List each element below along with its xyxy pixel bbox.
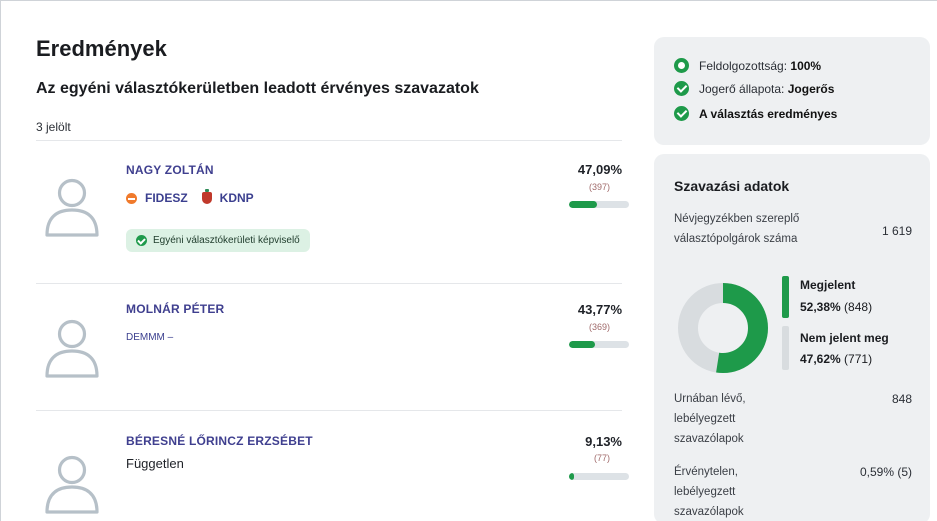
not-appeared-value: 47,62% (771)	[800, 352, 872, 366]
not-appeared-pct: 47,62%	[800, 352, 841, 366]
person-avatar-icon	[44, 177, 102, 239]
registered-value: 1 619	[881, 224, 912, 238]
fidesz-logo-icon	[126, 192, 137, 204]
results-title: Eredmények	[36, 36, 167, 61]
party-label: KDNP	[219, 191, 254, 205]
legal-label: Jogerő állapota:	[699, 81, 785, 96]
divider	[36, 283, 622, 284]
results-subtitle: Az egyéni választókerületben leadott érv…	[36, 80, 479, 97]
candidate-name-link[interactable]: MOLNÁR PÉTER	[126, 302, 224, 316]
appeared-count: (848)	[844, 300, 873, 314]
appeared-pct: 52,38%	[800, 300, 841, 314]
ballots-value: 848	[891, 392, 912, 406]
vote-count: (369)	[588, 322, 610, 332]
legal-value: Jogerős	[787, 81, 835, 96]
vote-share-fill	[569, 473, 575, 480]
divider	[36, 410, 622, 411]
check-circle-icon	[674, 106, 689, 121]
candidate-name-link[interactable]: BÉRESNÉ LŐRINCZ ERZSÉBET	[126, 434, 313, 448]
processing-status: Feldolgozottság: 100%	[674, 58, 821, 73]
divider	[36, 140, 622, 141]
results-section: Eredmények Az egyéni választókerületben …	[36, 0, 640, 521]
not-appeared-count: (771)	[844, 352, 873, 366]
party-link[interactable]: DEMMM –	[126, 332, 173, 343]
vote-share-bar	[569, 201, 629, 208]
appeared-value: 52,38% (848)	[800, 300, 872, 314]
vote-share-fill	[569, 201, 598, 208]
winner-badge-label: Egyéni választókerületi képviselő	[153, 235, 300, 246]
party-list: FIDESZ KDNP	[126, 189, 254, 205]
vote-percent: 9,13%	[585, 434, 622, 449]
processing-label: Feldolgozottság:	[699, 58, 788, 73]
candidate-count: 3 jelölt	[36, 120, 71, 134]
status-panel: Feldolgozottság: 100% Jogerő állapota: J…	[654, 37, 930, 145]
vote-share-bar	[569, 341, 629, 348]
ballots-label: Urnában lévő, lebélyegzett szavazólapok	[674, 393, 746, 445]
vote-share-bar	[569, 473, 629, 480]
party-label: Független	[126, 456, 184, 471]
appeared-legend-swatch	[782, 276, 789, 318]
candidate-row: MOLNÁR PÉTER DEMMM – 43,77% (369)	[36, 286, 640, 421]
vote-count: (397)	[588, 182, 610, 192]
legal-status: Jogerő állapota: Jogerős	[674, 81, 834, 96]
kdnp-crest-icon	[201, 189, 212, 204]
check-circle-icon	[136, 235, 147, 246]
valid-status: A választás eredményes	[674, 106, 837, 121]
person-avatar-icon	[44, 454, 102, 516]
party-label: FIDESZ	[145, 191, 188, 205]
vote-share-fill	[569, 341, 596, 348]
registered-label: Névjegyzékben szereplő választópolgárok …	[674, 213, 800, 245]
invalid-label: Érvénytelen, lebélyegzett szavazólapok	[674, 466, 744, 518]
winner-badge: Egyéni választókerületi képviselő	[126, 229, 310, 252]
processing-value: 100%	[790, 58, 822, 73]
party-fidesz[interactable]: FIDESZ	[126, 191, 188, 205]
vote-count: (77)	[593, 453, 610, 463]
voting-data-title: Szavazási adatok	[674, 178, 790, 194]
candidate-row: BÉRESNÉ LŐRINCZ ERZSÉBET Független 9,13%…	[36, 412, 640, 521]
not-appeared-label: Nem jelent meg	[800, 331, 889, 345]
candidate-name-link[interactable]: NAGY ZOLTÁN	[126, 163, 214, 177]
vote-percent: 43,77%	[577, 302, 622, 317]
invalid-value: 0,59% (5)	[859, 465, 912, 479]
person-avatar-icon	[44, 318, 102, 380]
party-kdnp[interactable]: KDNP	[201, 189, 254, 205]
candidate-row: NAGY ZOLTÁN FIDESZ KDNP Egyéni választók…	[36, 145, 640, 280]
appeared-label: Megjelent	[800, 278, 856, 292]
not-appeared-legend-swatch	[782, 326, 789, 370]
vote-percent: 47,09%	[577, 162, 622, 177]
valid-text: A választás eredményes	[699, 106, 838, 121]
voting-data-panel: Szavazási adatok Névjegyzékben szereplő …	[654, 154, 930, 521]
turnout-donut-chart	[678, 283, 768, 373]
ring-icon	[674, 58, 689, 73]
check-circle-icon	[674, 81, 689, 96]
